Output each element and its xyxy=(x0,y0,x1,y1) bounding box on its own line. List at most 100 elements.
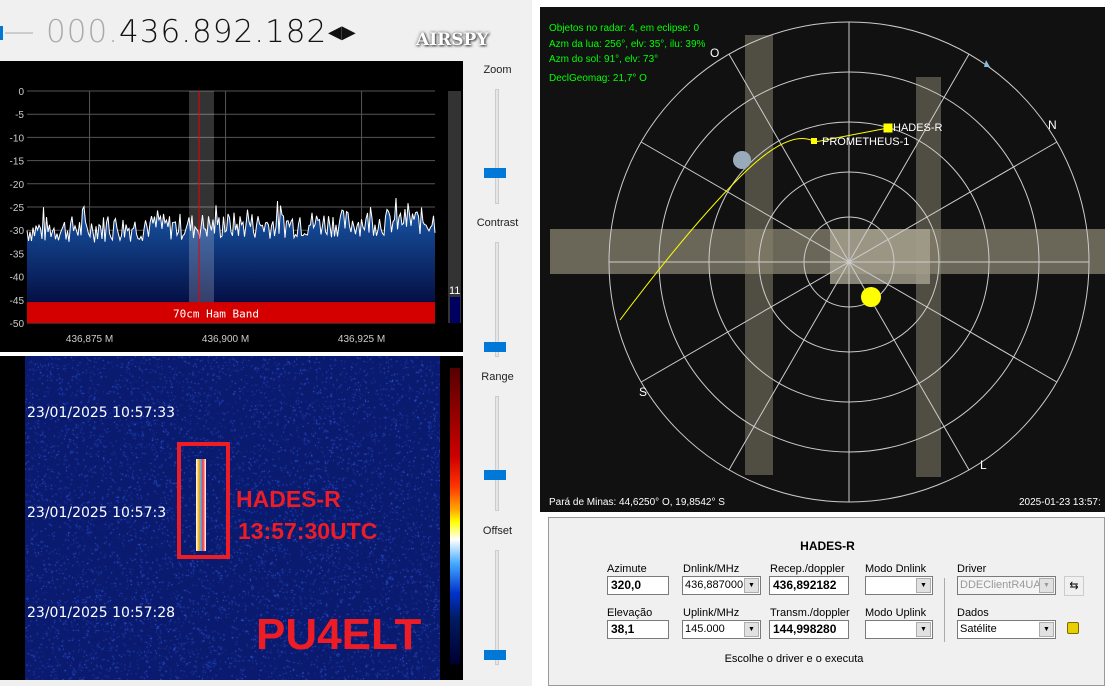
y-tick-label: -15 xyxy=(10,157,25,168)
x-tick-label: 436,900 M xyxy=(202,334,249,345)
annotation-satellite: HADES-R xyxy=(236,486,341,513)
radar-info-declination: DeclGeomag: 21,7° O xyxy=(549,73,647,84)
chevron-down-icon: ▼ xyxy=(916,578,931,593)
azimute-label: Azimute xyxy=(607,563,647,575)
slider-thumb[interactable] xyxy=(484,650,506,660)
recep-field[interactable]: 436,892182 xyxy=(769,576,849,595)
chevron-down-icon: ▼ xyxy=(744,578,759,593)
satellite-label-hades-r[interactable]: HADES-R xyxy=(893,122,943,134)
uplink-select[interactable]: 145.000 ▼ xyxy=(682,620,761,639)
y-tick-label: -40 xyxy=(10,273,25,284)
y-tick-label: -45 xyxy=(10,296,25,307)
azimute-field[interactable]: 320,0 xyxy=(607,576,669,595)
radar-display[interactable]: Objetos no radar: 4, em eclipse: 0 Azm d… xyxy=(540,7,1105,512)
transm-label: Transm./doppler xyxy=(770,607,850,619)
frequency-bar: 000.436.892.182 ◀▶ AIRSPY xyxy=(0,0,532,61)
band-label: 70cm Ham Band xyxy=(173,308,259,321)
spectrum-chart: 0 -5 -10 -15 -20 -25 -30 -35 -40 -45 -50 436,875 M 4… xyxy=(0,61,463,352)
waterfall-display[interactable]: 23/01/2025 10:57:33 23/01/2025 10:57:3 2… xyxy=(0,356,463,680)
slider-thumb[interactable] xyxy=(484,342,506,352)
waterfall-timestamp: 23/01/2025 10:57:33 xyxy=(27,405,175,421)
north-marker-icon xyxy=(984,60,990,67)
elevacao-field[interactable]: 38,1 xyxy=(607,620,669,639)
y-tick-label: -30 xyxy=(10,226,25,237)
satellite-control-panel: HADES-R Azimute 320,0 Elevação 38,1 Dnli… xyxy=(548,517,1105,686)
dnlink-select[interactable]: 436,887000 ▼ xyxy=(682,576,761,595)
frequency-leading-digits: 000. xyxy=(46,14,119,50)
driver-label: Driver xyxy=(957,563,986,575)
x-tick-label: 436,925 M xyxy=(338,334,385,345)
slider-contrast[interactable] xyxy=(495,242,499,357)
frequency-display[interactable]: 000.436.892.182 xyxy=(46,14,327,50)
satellite-marker-prometheus-1 xyxy=(811,138,817,144)
datetime-text: 2025-01-23 13:57: xyxy=(1019,497,1101,508)
filter-bandwidth xyxy=(189,91,214,323)
recep-label: Recep./doppler xyxy=(770,563,845,575)
annotation-time: 13:57:30UTC xyxy=(238,518,377,545)
slider-thumb[interactable] xyxy=(484,168,506,178)
slider-thumb[interactable] xyxy=(484,470,506,480)
waterfall-timestamp: 23/01/2025 10:57:3 xyxy=(27,505,166,521)
run-driver-icon[interactable]: ⇆ xyxy=(1064,576,1084,596)
driver-select[interactable]: DDEClientR4UA ▼ xyxy=(957,576,1056,595)
moon-icon xyxy=(733,151,751,169)
waterfall-timestamp: 23/01/2025 10:57:28 xyxy=(27,605,175,621)
compass-n: N xyxy=(1048,118,1057,132)
modo-uplink-select[interactable]: ▼ xyxy=(865,620,933,639)
frequency-value: 436.892.182 xyxy=(119,14,327,50)
y-tick-label: -5 xyxy=(15,110,24,121)
compass-l: L xyxy=(980,458,987,472)
status-text: Escolhe o driver e o executa xyxy=(549,653,1039,665)
compass-o: O xyxy=(710,46,719,60)
satellite-label-prometheus-1[interactable]: PROMETHEUS-1 xyxy=(822,136,909,148)
uplink-value: 145.000 xyxy=(685,623,725,635)
y-tick-label: -35 xyxy=(10,249,25,260)
chevron-down-icon: ▼ xyxy=(1039,578,1054,593)
dnlink-label: Dnlink/MHz xyxy=(683,563,739,575)
chevron-down-icon: ▼ xyxy=(744,622,759,637)
iss-truss xyxy=(550,229,1105,274)
y-tick-label: -25 xyxy=(10,203,25,214)
location-text: Pará de Minas: 44,6250° O, 19,8542° S xyxy=(549,497,725,508)
tuning-slider[interactable] xyxy=(0,26,32,40)
dados-label: Dados xyxy=(957,607,989,619)
slider-label: Range xyxy=(463,371,532,383)
transm-field[interactable]: 144,998280 xyxy=(769,620,849,639)
slider-zoom[interactable] xyxy=(495,89,499,204)
slider-label: Offset xyxy=(463,525,532,537)
x-tick-label: 436,875 M xyxy=(66,334,113,345)
slider-offset[interactable] xyxy=(495,550,499,665)
modo-dnlink-label: Modo Dnlink xyxy=(865,563,926,575)
chevron-down-icon: ▼ xyxy=(916,622,931,637)
modo-dnlink-select[interactable]: ▼ xyxy=(865,576,933,595)
compass-s: S xyxy=(639,385,647,399)
sun-icon xyxy=(861,287,881,307)
y-tick-label: -20 xyxy=(10,180,25,191)
satellite-marker-hades-r xyxy=(884,124,892,132)
lock-icon[interactable] xyxy=(1067,622,1079,634)
dados-select[interactable]: Satélite ▼ xyxy=(957,620,1056,639)
signal-trace xyxy=(196,459,206,551)
radar-info-moon: Azm da lua: 256°, elv: 35°, ilu: 39% xyxy=(549,39,705,50)
airspy-logo: AIRSPY xyxy=(416,30,488,50)
divider xyxy=(944,578,945,642)
radar-info-sun: Azm do sol: 91°, elv: 73° xyxy=(549,54,658,65)
panel-title: HADES-R xyxy=(549,539,1105,553)
radar-info-objects: Objetos no radar: 4, em eclipse: 0 xyxy=(549,23,699,34)
spectrum-display[interactable]: 0 -5 -10 -15 -20 -25 -30 -35 -40 -45 -50 436,875 M 4… xyxy=(0,61,463,352)
chevron-down-icon: ▼ xyxy=(1039,622,1054,637)
iss-module xyxy=(830,229,930,284)
slider-label: Contrast xyxy=(463,217,532,229)
waterfall-colorbar xyxy=(450,368,460,664)
frequency-step-arrows-icon[interactable]: ◀▶ xyxy=(328,22,356,43)
dnlink-value: 436,887000 xyxy=(685,579,743,591)
driver-value: DDEClientR4UA xyxy=(960,579,1041,591)
elevacao-label: Elevação xyxy=(607,607,652,619)
display-sliders: Zoom Contrast Range Offset xyxy=(463,61,532,686)
y-tick-label: 0 xyxy=(18,87,24,98)
slider-range[interactable] xyxy=(495,396,499,511)
signal-level: 11 xyxy=(449,285,460,297)
modo-uplink-label: Modo Uplink xyxy=(865,607,926,619)
y-tick-label: -10 xyxy=(10,133,25,144)
slider-label: Zoom xyxy=(463,64,532,76)
